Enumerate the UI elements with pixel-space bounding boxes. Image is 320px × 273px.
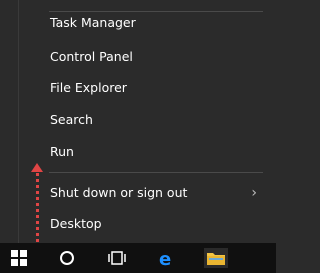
chevron-right-icon: ›: [251, 185, 257, 201]
task-view-glyph-icon: [108, 251, 126, 265]
file-explorer-icon[interactable]: [204, 248, 228, 268]
menu-item-search[interactable]: Search: [50, 108, 265, 132]
menu-item-label: Shut down or sign out: [50, 185, 188, 200]
menu-item-label: Run: [50, 144, 74, 159]
menu-item-label: File Explorer: [50, 80, 127, 95]
task-view-icon[interactable]: [106, 248, 128, 268]
windows-start-icon[interactable]: [8, 248, 30, 268]
menu-item-run[interactable]: Run: [50, 140, 265, 164]
svg-text:e: e: [159, 249, 171, 267]
menu-item-desktop[interactable]: Desktop: [50, 212, 265, 236]
menu-item-label: Task Manager: [50, 15, 136, 30]
edge-e-icon: e: [159, 249, 171, 267]
menu-item-label: Control Panel: [50, 49, 133, 64]
menu-item-label: Search: [50, 112, 93, 127]
menu-item-control-panel[interactable]: Control Panel: [50, 45, 265, 69]
menu-divider: [49, 172, 263, 173]
red-dotted-arrow: [36, 168, 39, 242]
windows-logo-icon: [11, 250, 27, 266]
taskbar: e: [0, 243, 276, 273]
folder-icon: [207, 253, 225, 265]
menu-item-label: Desktop: [50, 216, 102, 231]
menu-item-shutdown-signout[interactable]: Shut down or sign out ›: [50, 181, 265, 205]
edge-browser-icon[interactable]: e: [156, 248, 178, 268]
winx-power-user-menu: Task Manager Control Panel File Explorer…: [18, 0, 277, 243]
circle-icon: [60, 251, 74, 265]
menu-item-file-explorer[interactable]: File Explorer: [50, 76, 265, 100]
menu-item-task-manager[interactable]: Task Manager: [50, 11, 265, 35]
search-circle-icon[interactable]: [56, 248, 78, 268]
